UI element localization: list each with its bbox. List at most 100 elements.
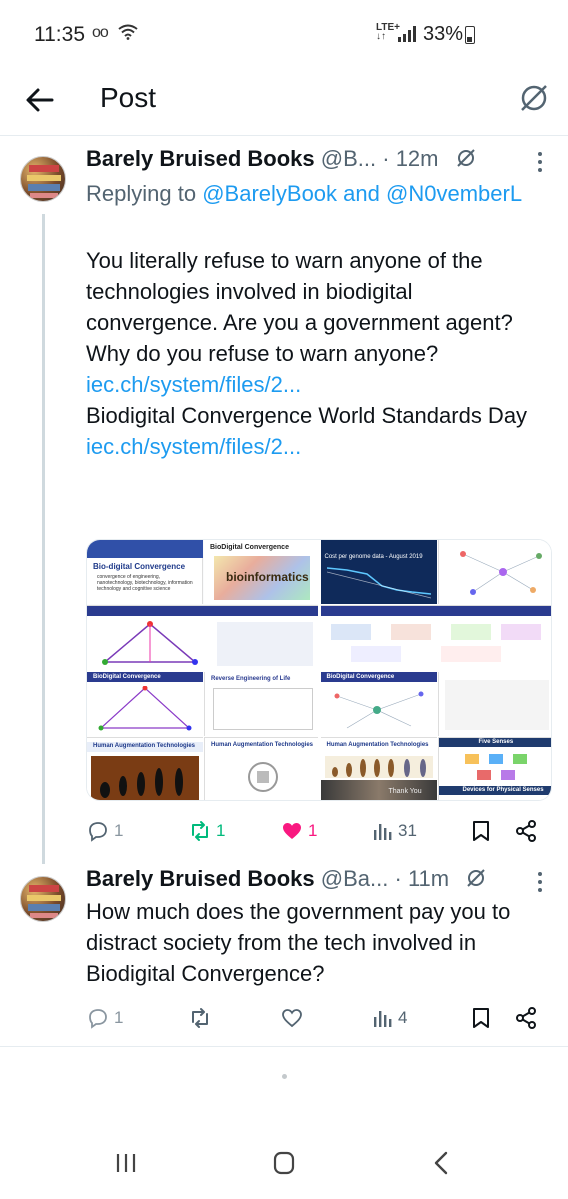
back-nav-icon[interactable] xyxy=(422,1148,462,1178)
muted-circle-icon[interactable] xyxy=(516,80,552,116)
tweet-time[interactable]: 12m xyxy=(396,146,439,171)
author-name[interactable]: Barely Bruised Books xyxy=(86,146,315,171)
slide-title: Five Senses xyxy=(478,738,514,745)
views-count: 4 xyxy=(398,1008,408,1027)
slide-thumbnail xyxy=(437,671,551,736)
url-link[interactable]: iec.ch/system/files/2... xyxy=(86,372,301,397)
reply-count: 1 xyxy=(114,821,124,840)
slide-title: Human Augmentation Technologies xyxy=(211,741,314,748)
thank-you-text: Thank You xyxy=(388,787,422,795)
network-diagram-graphic xyxy=(459,551,542,595)
wifi-icon xyxy=(118,24,138,40)
bookmark-button[interactable] xyxy=(470,1003,492,1033)
thread-connector xyxy=(42,214,45,864)
slide-subtitle: convergence of engineering, nanotechnolo… xyxy=(97,574,193,592)
diagram-graphic xyxy=(102,621,198,665)
more-options-icon[interactable] xyxy=(530,870,550,894)
heart-icon xyxy=(282,1009,302,1028)
bookmark-icon xyxy=(473,1008,489,1028)
slide-title: Cost per genome data - August 2019 xyxy=(324,554,423,560)
media-image[interactable]: BioDigital Convergence Human Augmentatio… xyxy=(320,671,551,800)
avatar[interactable] xyxy=(20,156,66,202)
bookmark-icon xyxy=(473,821,489,841)
share-button[interactable] xyxy=(514,1003,538,1033)
diagram-graphic xyxy=(330,624,541,662)
status-time: 11:35 xyxy=(34,23,85,46)
bookmark-button[interactable] xyxy=(470,816,492,846)
share-icon xyxy=(516,820,536,842)
author-name[interactable]: Barely Bruised Books xyxy=(86,866,315,891)
slide-thumbnail: BioDigital Convergence xyxy=(87,671,203,736)
word-cloud-word: bioinformatics xyxy=(226,570,309,584)
slide-table xyxy=(444,679,549,730)
reply-count: 1 xyxy=(114,1008,124,1027)
diagram-graphic xyxy=(98,685,192,730)
slide-thumbnail: BioDigital Convergence xyxy=(320,671,437,736)
evolution-graphic xyxy=(91,755,199,800)
network-diagram-graphic xyxy=(334,691,423,728)
app-header: Post xyxy=(0,64,568,136)
slide-thumbnail: Human Augmentation Technologies xyxy=(204,736,318,800)
slide-thumbnail: Human Augmentation Technologies Thank Yo… xyxy=(320,736,437,800)
analytics-icon xyxy=(374,1011,392,1027)
status-bar: 11:35 oo LTE+ ↓↑ 33% xyxy=(0,0,568,64)
page-title: Post xyxy=(100,82,157,113)
tweet-text: How much does the government pay you to … xyxy=(86,896,546,989)
media-image[interactable]: Cost per genome data - August 2019 xyxy=(320,540,551,669)
author-handle[interactable]: @B... xyxy=(321,146,376,171)
battery-icon xyxy=(465,26,475,44)
mention-and[interactable]: and xyxy=(343,181,380,206)
recent-apps-icon[interactable] xyxy=(106,1148,146,1178)
replying-prefix: Replying to xyxy=(86,181,197,206)
tweet-time[interactable]: 11m xyxy=(408,866,449,891)
arrow-left-icon[interactable] xyxy=(22,82,58,118)
share-button[interactable] xyxy=(514,816,538,846)
muted-circle-icon xyxy=(456,149,475,167)
retweet-icon xyxy=(192,821,208,841)
muted-circle-icon xyxy=(467,869,485,887)
mention-link[interactable]: @N0vemberL xyxy=(386,181,522,206)
author-handle[interactable]: @Ba... xyxy=(321,866,389,891)
signal-icon xyxy=(398,26,416,42)
mention-link[interactable]: @BarelyBook xyxy=(202,181,337,206)
url-link[interactable]: iec.ch/system/files/2... xyxy=(86,434,301,459)
retweet-button[interactable]: 1 xyxy=(188,816,225,846)
analytics-icon xyxy=(374,824,392,840)
like-button[interactable]: 1 xyxy=(280,816,317,846)
slide-title: Bio-digital Convergence xyxy=(93,562,186,571)
slide-thumbnail: BioDigital Convergence bioinformatics xyxy=(204,540,318,604)
more-options-icon[interactable] xyxy=(530,150,550,174)
views-button[interactable]: 31 xyxy=(372,816,417,846)
tweet-body: How much does the government pay you to … xyxy=(86,899,511,986)
slide-banner xyxy=(320,606,551,616)
avatar[interactable] xyxy=(20,876,66,922)
reply-button[interactable]: 1 xyxy=(86,816,123,846)
system-nav-bar xyxy=(0,1130,568,1199)
slide-banner xyxy=(87,540,203,558)
media-image[interactable]: Bio-digital Convergence convergence of e… xyxy=(87,540,318,669)
separator-dot: · xyxy=(382,146,390,171)
slide-thumbnail: Five Senses Devices for Physical Senses xyxy=(437,736,551,800)
share-icon xyxy=(516,1007,536,1029)
tweet-actions: 1 1 1 31 xyxy=(86,816,546,846)
network-arrows: ↓↑ xyxy=(376,31,386,42)
slide-title: BioDigital Convergence xyxy=(93,673,161,680)
heart-icon xyxy=(283,823,301,839)
media-image[interactable]: BioDigital Convergence Reverse Engineeri… xyxy=(87,671,318,800)
tweet-actions: 1 4 xyxy=(86,1003,546,1033)
like-button[interactable] xyxy=(280,1003,308,1033)
evolution-graphic xyxy=(324,755,433,778)
retweet-button[interactable] xyxy=(188,1003,216,1033)
scroll-indicator xyxy=(282,1074,287,1079)
device-graphic xyxy=(248,761,278,792)
views-button[interactable]: 4 xyxy=(372,1003,407,1033)
slide-title: Devices for Physical Senses xyxy=(462,786,544,793)
reply-button[interactable]: 1 xyxy=(86,1003,123,1033)
slide-thumbnail: Bio-digital Convergence convergence of e… xyxy=(87,540,203,604)
slide-title: Human Augmentation Technologies xyxy=(93,742,196,749)
like-count: 1 xyxy=(308,821,318,840)
slide-banner xyxy=(87,606,318,616)
home-icon[interactable] xyxy=(264,1148,304,1178)
replying-to: Replying to @BarelyBook and @N0vemberL xyxy=(86,178,526,209)
slide-thumbnail: Human Augmentation Technologies xyxy=(87,736,203,800)
